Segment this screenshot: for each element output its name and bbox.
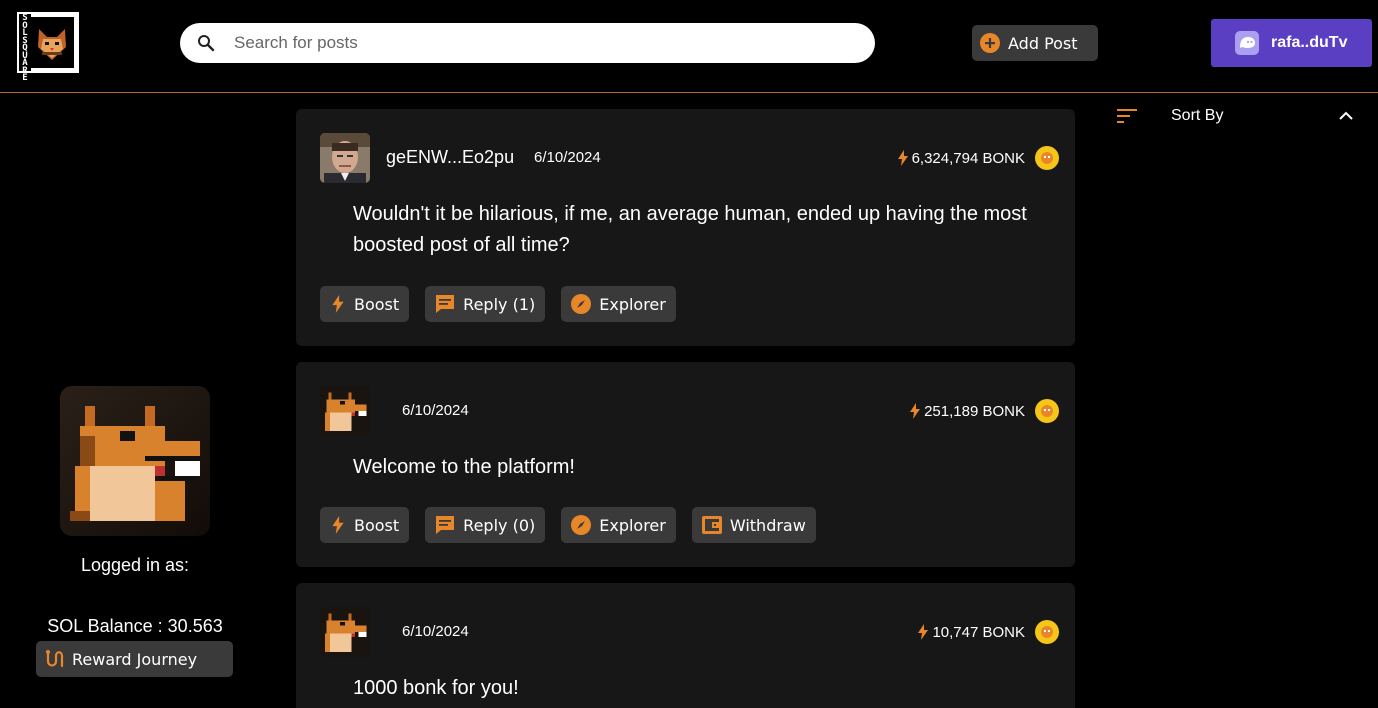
comment-icon (436, 295, 455, 313)
logo-frame (31, 14, 77, 71)
reward-journey-button[interactable]: Reward Journey (36, 641, 233, 677)
post-card: 6/10/2024 251,189 BONK Welcome to the pl… (296, 362, 1075, 567)
post-date: 6/10/2024 (402, 402, 469, 419)
logged-in-label: Logged in as: (80, 555, 190, 575)
bonk-coin-icon (1035, 146, 1059, 170)
reply-button[interactable]: Reply (1) (425, 286, 546, 322)
post-card: 6/10/2024 10,747 BONK 1000 bonk for you! (296, 583, 1075, 708)
explorer-label: Explorer (599, 515, 666, 535)
bolt-icon (910, 403, 921, 419)
boost-label: Boost (354, 294, 400, 314)
bolt-icon (332, 516, 344, 534)
bonk-amount: 251,189 BONK (924, 402, 1025, 420)
sort-icon[interactable] (1117, 108, 1137, 124)
search-bar[interactable] (180, 23, 875, 63)
wallet-icon (701, 516, 722, 534)
user-avatar (60, 386, 210, 536)
compass-icon (571, 515, 592, 535)
withdraw-label: Withdraw (729, 515, 806, 535)
sol-square-logo[interactable]: SOLSQUARE (17, 12, 79, 83)
reply-label: Reply (1) (463, 294, 536, 314)
bonk-amount: 6,324,794 BONK (911, 149, 1025, 167)
wallet-address: rafa..duTv (1271, 34, 1348, 51)
bonk-total: 251,189 BONK (910, 398, 1059, 424)
top-header: SOLSQUARE Add Post (0, 0, 1378, 93)
add-post-label: Add Post (1008, 33, 1078, 53)
boost-button[interactable]: Boost (320, 507, 410, 543)
boost-button[interactable]: Boost (320, 286, 410, 322)
bonk-total: 6,324,794 BONK (897, 145, 1059, 171)
bonk-amount: 10,747 BONK (932, 623, 1025, 641)
bonk-coin-icon (1035, 399, 1059, 423)
post-card: geENW...Eo2pu 6/10/2024 6,324,794 BONK W… (296, 109, 1075, 346)
bolt-icon (918, 624, 929, 640)
withdraw-button[interactable]: Withdraw (691, 507, 816, 543)
add-post-button[interactable]: Add Post (972, 25, 1098, 61)
post-date: 6/10/2024 (402, 623, 469, 640)
wallet-button[interactable]: rafa..duTv (1211, 19, 1372, 67)
explorer-button[interactable]: Explorer (561, 507, 676, 543)
plus-circle-icon (980, 33, 1000, 53)
chevron-up-icon[interactable] (1338, 109, 1354, 123)
search-input[interactable] (234, 29, 854, 57)
reply-button[interactable]: Reply (0) (425, 507, 546, 543)
boost-label: Boost (354, 515, 400, 535)
route-icon (46, 650, 64, 668)
bonk-total: 10,747 BONK (918, 619, 1059, 645)
explorer-label: Explorer (599, 294, 666, 314)
phantom-ghost-icon (1235, 31, 1259, 55)
explorer-button[interactable]: Explorer (561, 286, 676, 322)
sort-by-label[interactable]: Sort By (1171, 107, 1223, 125)
reward-journey-label: Reward Journey (72, 649, 198, 669)
bonk-coin-icon (1035, 620, 1059, 644)
post-actions: Boost Reply (0) Explorer Withdraw (320, 507, 816, 543)
post-body: 1000 bonk for you! (353, 677, 519, 699)
author-avatar[interactable] (320, 386, 370, 436)
bolt-icon (332, 295, 344, 313)
post-actions: Boost Reply (1) Explorer (320, 286, 676, 322)
post-body: Welcome to the platform! (353, 456, 575, 478)
cat-face-icon (38, 29, 66, 60)
sol-balance: SOL Balance : 30.563 (47, 616, 223, 636)
author-avatar[interactable] (320, 133, 370, 183)
post-date: 6/10/2024 (534, 149, 601, 166)
logo-text: SOLSQUARE (19, 14, 31, 83)
author-name[interactable]: geENW...Eo2pu (386, 147, 514, 168)
author-avatar[interactable] (320, 607, 370, 657)
bolt-icon (897, 150, 908, 166)
search-icon (198, 35, 215, 52)
comment-icon (436, 516, 455, 534)
post-body: Wouldn't it be hilarious, if me, an aver… (353, 203, 1027, 256)
reply-label: Reply (0) (463, 515, 536, 535)
compass-icon (571, 294, 592, 314)
